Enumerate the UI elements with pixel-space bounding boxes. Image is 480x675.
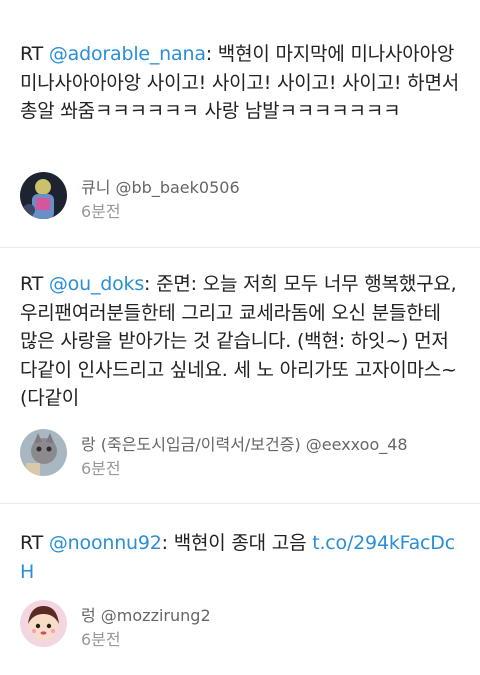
mention-link[interactable]: @noonnu92 [49,532,162,554]
user-photo-icon [20,600,67,647]
author-name[interactable]: 렁 @mozzirung2 [81,602,211,626]
tweet-item[interactable]: RT @adorable_nana: 백현이 마지막에 미나사아아앙 미나사아아… [0,40,480,126]
tweet-body: : 백현이 종대 고음 [161,532,313,554]
mention-link[interactable]: @ou_doks [49,273,144,295]
rt-prefix: RT [20,43,49,65]
divider [0,247,480,248]
timestamp: 6분전 [81,630,121,649]
rt-prefix: RT [20,532,49,554]
tweet-meta: 렁 @mozzirung2 6분전 [20,600,460,652]
user-photo-icon [20,172,67,219]
author-name[interactable]: 큐니 @bb_baek0506 [81,174,240,198]
tweet-meta: 큐니 @bb_baek0506 6분전 [20,172,460,224]
tweet-item[interactable]: RT @ou_doks: 준면: 오늘 저희 모두 너무 행복했구요, 우리팬여… [0,270,480,413]
timestamp: 6분전 [81,459,121,478]
tweet-text: RT @noonnu92: 백현이 종대 고음 t.co/294kFacDcH [20,529,460,586]
rt-prefix: RT [20,273,49,295]
tweet-text: RT @ou_doks: 준면: 오늘 저희 모두 너무 행복했구요, 우리팬여… [20,270,460,413]
timestamp: 6분전 [81,202,121,221]
tweet-item[interactable]: RT @noonnu92: 백현이 종대 고음 t.co/294kFacDcH [0,529,480,586]
avatar[interactable] [20,172,67,219]
mention-link[interactable]: @adorable_nana [49,43,206,65]
tweet-text: RT @adorable_nana: 백현이 마지막에 미나사아아앙 미나사아아… [20,40,460,126]
tweet-feed: RT @adorable_nana: 백현이 마지막에 미나사아아앙 미나사아아… [0,0,480,675]
tweet-meta: 랑 (죽은도시입금/이력서/보건증) @eexxoo_48 6분전 [20,429,460,481]
author-name[interactable]: 랑 (죽은도시입금/이력서/보건증) @eexxoo_48 [81,431,408,455]
avatar[interactable] [20,429,67,476]
user-photo-icon [20,429,67,476]
avatar[interactable] [20,600,67,647]
divider [0,503,480,504]
